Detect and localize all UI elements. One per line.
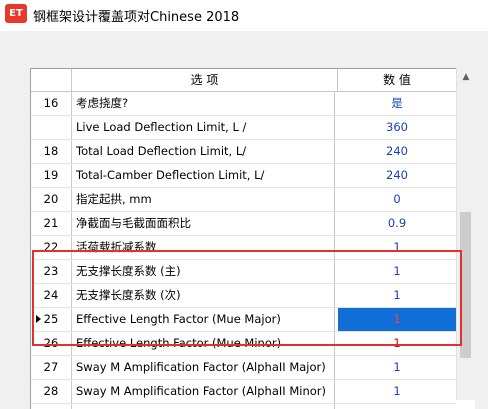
table-row[interactable]: 26 Effective Length Factor (Mue Minor) 1 [31, 332, 456, 356]
overrides-grid: 选 项 数 值 16 考虑挠度? 是 Live Load Deflection Lim… [30, 68, 475, 409]
column-header-value[interactable]: 数 值 [338, 69, 456, 92]
title-bar: ET 钢框架设计覆盖项对Chinese 2018 [0, 0, 488, 31]
option-name: Effective Length Factor (Mue Major) [72, 308, 335, 331]
option-value[interactable]: 1 [338, 236, 456, 259]
option-value[interactable]: 1 [338, 332, 456, 355]
option-value[interactable]: 0.9 [338, 212, 456, 235]
table-row[interactable]: 24 无支撑长度系数 (次) 1 [31, 284, 456, 308]
option-name: 指定起拱, mm [72, 188, 335, 211]
app-icon: ET [5, 4, 27, 23]
table-row[interactable]: 23 无支撑长度系数 (主) 1 [31, 260, 456, 284]
table-row[interactable]: 27 Sway M Amplification Factor (AlphaII M… [31, 356, 456, 380]
table-row[interactable]: 29轴心受压构件稳定系数 (x方)1 [31, 404, 456, 409]
column-header-option[interactable]: 选 项 [72, 69, 338, 92]
option-name: 净截面与毛截面面积比 [72, 212, 335, 235]
table-row[interactable]: 19 Total-Camber Deflection Limit, L/240 [31, 164, 456, 188]
current-row-icon [36, 315, 41, 323]
row-number[interactable]: 20 [31, 188, 72, 211]
option-value[interactable]: 240 [338, 140, 456, 163]
option-name: 无支撑长度系数 (主) [72, 260, 335, 283]
table-row[interactable]: 28 Sway M Amplification Factor (AlphaII M… [31, 380, 456, 404]
row-number[interactable]: 19 [31, 164, 72, 187]
option-name: Live Load Deflection Limit, L / [72, 116, 335, 139]
table-row[interactable]: 18 Total Load Deflection Limit, L/240 [31, 140, 456, 164]
option-value[interactable]: 360 [338, 116, 456, 139]
option-value[interactable]: 1 [338, 356, 456, 379]
row-number[interactable]: 16 [31, 92, 72, 115]
table-row[interactable]: 16 考虑挠度? 是 [31, 92, 456, 116]
row-number[interactable]: 29 [31, 404, 72, 409]
option-value[interactable]: 240 [338, 164, 456, 187]
table-row[interactable]: 25 Effective Length Factor (Mue Major) 1 [31, 308, 456, 332]
table-row[interactable]: Live Load Deflection Limit, L /360 [31, 116, 456, 140]
scrollbar-thumb[interactable] [460, 212, 471, 358]
option-name: 考虑挠度? [72, 92, 335, 115]
vertical-scrollbar[interactable]: ▲ [456, 68, 475, 400]
row-number[interactable]: 24 [31, 284, 72, 307]
row-number[interactable]: 22 [31, 236, 72, 259]
option-value[interactable]: 1 [338, 284, 456, 307]
option-value[interactable]: 是 [338, 92, 456, 115]
row-number[interactable] [31, 116, 72, 139]
option-value[interactable]: 1 [338, 404, 456, 409]
option-value[interactable]: 1 [338, 260, 456, 283]
option-name: 活荷载折减系数 [72, 236, 335, 259]
option-name: 无支撑长度系数 (次) [72, 284, 335, 307]
row-number[interactable]: 18 [31, 140, 72, 163]
option-name: Effective Length Factor (Mue Minor) [72, 332, 335, 355]
row-number[interactable]: 21 [31, 212, 72, 235]
option-name: 轴心受压构件稳定系数 (x方) [72, 404, 335, 409]
option-value[interactable]: 0 [338, 188, 456, 211]
row-number[interactable]: 27 [31, 356, 72, 379]
option-name: Total-Camber Deflection Limit, L/ [72, 164, 335, 187]
row-number[interactable]: 23 [31, 260, 72, 283]
option-name: Total Load Deflection Limit, L/ [72, 140, 335, 163]
row-header-corner [31, 69, 72, 92]
option-name: Sway M Amplification Factor (AlphaII Maj… [72, 356, 335, 379]
table-row[interactable]: 20 指定起拱, mm 0 [31, 188, 456, 212]
scroll-up-icon[interactable]: ▲ [457, 68, 475, 86]
option-value[interactable]: 1 [338, 308, 456, 331]
window-title: 钢框架设计覆盖项对Chinese 2018 [33, 10, 240, 25]
table-row[interactable]: 22 活荷载折减系数 1 [31, 236, 456, 260]
row-number[interactable]: 26 [31, 332, 72, 355]
table-row[interactable]: 21 净截面与毛截面面积比 0.9 [31, 212, 456, 236]
